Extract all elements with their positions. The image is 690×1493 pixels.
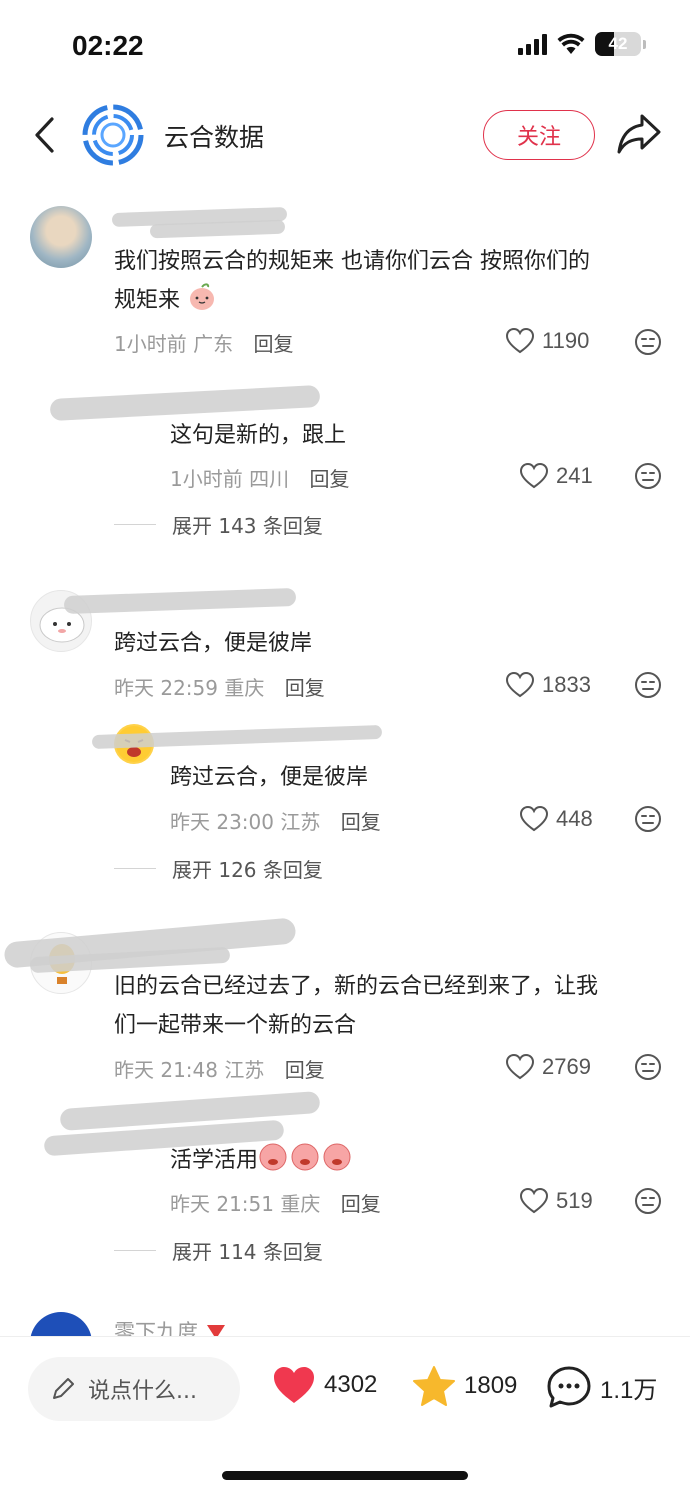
reply-button[interactable]: 回复 <box>253 332 293 356</box>
comment-text: 跨过云合，便是彼岸 <box>114 631 313 656</box>
pencil-icon <box>53 1378 74 1399</box>
heart-filled-icon <box>274 1367 314 1403</box>
reply-button[interactable]: 回复 <box>285 1058 325 1082</box>
heart-outline-icon <box>506 1054 534 1080</box>
avatar[interactable] <box>30 206 92 268</box>
dislike-icon[interactable] <box>634 805 662 833</box>
battery-icon: 42 <box>595 32 641 56</box>
wifi-icon <box>557 33 585 54</box>
battery-level: 42 <box>608 34 628 53</box>
reply-meta: 昨天 21:51 重庆 回复 <box>170 1192 381 1216</box>
chat-bubble-icon <box>547 1366 591 1408</box>
comment-meta: 1小时前 广东 回复 <box>114 332 294 356</box>
expand-replies[interactable]: 展开 126 条回复 <box>114 854 323 883</box>
favorite-total: 1809 <box>464 1372 518 1399</box>
heart-outline-icon <box>520 1188 548 1214</box>
share-icon[interactable] <box>616 112 662 156</box>
comment-text: 我们按照云合的规矩来 也请你们云合 按照你们的 规矩来 <box>114 249 590 313</box>
expand-replies[interactable]: 展开 114 条回复 <box>114 1236 323 1265</box>
battery-tip <box>643 39 646 49</box>
reply-button[interactable]: 回复 <box>341 810 381 834</box>
like-count: 519 <box>556 1188 593 1213</box>
status-indicators: 42 <box>518 32 646 56</box>
follow-button[interactable]: 关注 <box>483 110 595 160</box>
like-button[interactable]: 2769 <box>506 1054 591 1080</box>
status-time: 02:22 <box>72 30 144 61</box>
favorite-button[interactable]: 1809 <box>412 1365 517 1407</box>
signal-icon <box>518 33 547 55</box>
like-button[interactable]: 448 <box>520 806 593 832</box>
comment-meta: 昨天 21:48 江苏 回复 <box>114 1058 325 1082</box>
bottom-action-bar: 说点什么... 4302 1809 1.1万 <box>0 1336 690 1493</box>
reply-button[interactable]: 回复 <box>341 1192 381 1216</box>
reply-meta: 昨天 23:00 江苏 回复 <box>170 810 381 834</box>
redacted-username <box>63 587 297 615</box>
reply-text: 活学活用 <box>170 1140 354 1180</box>
dislike-icon[interactable] <box>634 1187 662 1215</box>
comment-total-button[interactable]: 1.1万 <box>546 1365 657 1409</box>
divider <box>114 868 156 869</box>
dislike-icon[interactable] <box>634 462 662 490</box>
comment-text: 旧的云合已经过去了，新的云合已经到来了，让我 们一起带来一个新的云合 <box>114 974 599 1038</box>
like-button[interactable]: 1190 <box>506 328 589 354</box>
like-count: 448 <box>556 806 593 831</box>
peach-emoji-icon <box>190 283 215 310</box>
account-name[interactable]: 云合数据 <box>164 118 264 154</box>
like-count: 2769 <box>542 1054 591 1079</box>
like-count: 241 <box>556 463 593 488</box>
comment-input-placeholder: 说点什么... <box>88 1379 197 1404</box>
comment-total: 1.1万 <box>600 1376 658 1404</box>
dislike-icon[interactable] <box>634 671 662 699</box>
account-logo[interactable] <box>80 102 146 168</box>
reply-button[interactable]: 回复 <box>309 467 349 491</box>
comment-input[interactable]: 说点什么... <box>28 1357 240 1421</box>
heart-outline-icon <box>506 328 534 354</box>
like-count: 1833 <box>542 672 591 697</box>
back-arrow-icon[interactable] <box>30 116 60 154</box>
angry-pig-emoji-icon <box>259 1143 351 1171</box>
heart-outline-icon <box>506 672 534 698</box>
reply-text: 这句是新的，跟上 <box>170 423 347 448</box>
star-filled-icon <box>413 1366 455 1406</box>
heart-outline-icon <box>520 463 548 489</box>
like-total-button[interactable]: 4302 <box>272 1365 377 1405</box>
like-button[interactable]: 1833 <box>506 672 591 698</box>
expand-replies[interactable]: 展开 143 条回复 <box>114 510 323 539</box>
dislike-icon[interactable] <box>634 328 662 356</box>
reply-text: 跨过云合，便是彼岸 <box>170 765 369 790</box>
divider <box>114 1250 156 1251</box>
home-indicator[interactable] <box>222 1471 468 1480</box>
like-total: 4302 <box>324 1371 378 1398</box>
like-button[interactable]: 241 <box>520 463 593 489</box>
heart-outline-icon <box>520 806 548 832</box>
like-count: 1190 <box>542 328 590 353</box>
reply-meta: 1小时前 四川 回复 <box>170 467 350 491</box>
reply-button[interactable]: 回复 <box>285 676 325 700</box>
like-button[interactable]: 519 <box>520 1188 593 1214</box>
comment-meta: 昨天 22:59 重庆 回复 <box>114 676 325 700</box>
divider <box>114 524 156 525</box>
dislike-icon[interactable] <box>634 1053 662 1081</box>
